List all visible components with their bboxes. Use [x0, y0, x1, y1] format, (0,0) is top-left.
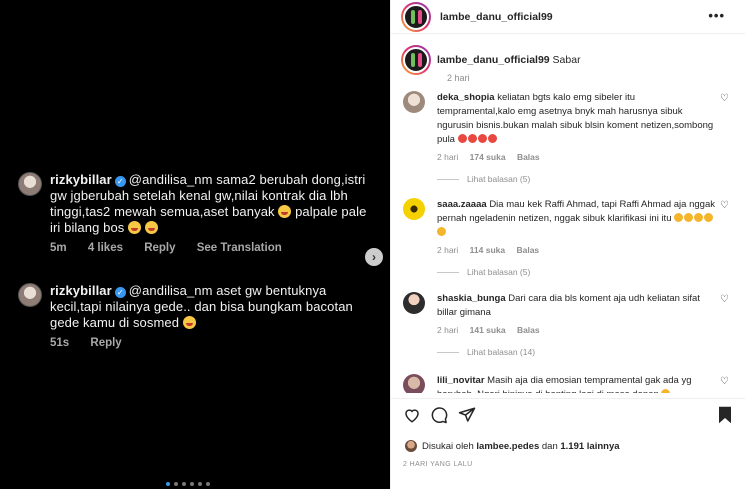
comment-username[interactable]: deka_shopia — [437, 92, 495, 103]
view-replies-button[interactable]: Lihat balasan (14) — [437, 347, 735, 357]
comment-time: 2 hari — [437, 152, 459, 162]
tongue-emoji-icon — [182, 316, 196, 329]
list-item: lili_novitar Masih aja dia emosian tempr… — [401, 374, 735, 393]
view-replies-label: Lihat balasan (5) — [467, 174, 531, 184]
media-comment-reply: Reply — [144, 242, 176, 254]
heart-icon[interactable]: ♡ — [720, 200, 729, 211]
avatar[interactable] — [401, 1, 431, 32]
avatar[interactable] — [403, 374, 425, 393]
comment-time: 2 hari — [437, 245, 459, 255]
carousel-dot — [166, 482, 170, 486]
emoji-icon — [477, 134, 487, 143]
carousel-dot — [206, 482, 210, 486]
caption-text: Sabar — [552, 54, 581, 66]
likes-user[interactable]: lambee.pedes — [476, 441, 539, 452]
chevron-right-icon[interactable]: › — [365, 248, 383, 266]
view-replies-label: Lihat balasan (14) — [467, 347, 536, 357]
caption-username[interactable]: lambe_danu_official99 — [437, 54, 550, 66]
view-replies-label: Lihat balasan (5) — [467, 267, 531, 277]
avatar — [405, 440, 417, 452]
comment-likes[interactable]: 174 suka — [470, 152, 506, 162]
heart-icon[interactable]: ♡ — [720, 376, 729, 387]
more-horizontal-icon[interactable]: ••• — [708, 9, 725, 22]
media-comment-username: rizkybillar — [50, 283, 112, 298]
verified-badge-icon: ✓ — [114, 176, 126, 187]
comment-likes[interactable]: 114 suka — [470, 245, 505, 255]
likes-prefix: Disukai oleh — [422, 440, 474, 452]
bookmark-icon[interactable] — [717, 406, 733, 429]
media-comment-translation: See Translation — [196, 242, 282, 254]
post-username[interactable]: lambe_danu_official99 — [440, 11, 553, 23]
avatar[interactable] — [403, 292, 425, 314]
avatar — [18, 172, 42, 196]
carousel-dot — [174, 482, 178, 486]
comment-username[interactable]: lili_novitar — [437, 375, 485, 386]
media-comment-1: rizkybillar ✓ @andilisa_nm sama2 berubah d… — [18, 172, 368, 254]
reply-button[interactable]: Balas — [517, 325, 540, 335]
laugh-emoji-icon — [144, 221, 158, 234]
avatar — [18, 283, 42, 307]
divider — [391, 398, 745, 399]
comment-username[interactable]: saaa.zaaaa — [437, 199, 487, 210]
media-comment-username: rizkybillar — [50, 172, 112, 187]
emoji-icon — [694, 213, 704, 222]
emoji-icon — [467, 134, 477, 143]
media-comment-reply: Reply — [90, 337, 122, 349]
carousel-dot — [190, 482, 194, 486]
carousel-dot — [182, 482, 186, 486]
emoji-icon — [437, 227, 446, 236]
emoji-icon — [487, 134, 497, 143]
reply-button[interactable]: Balas — [516, 245, 539, 255]
grin-emoji-icon — [278, 205, 292, 218]
send-icon[interactable] — [458, 406, 476, 429]
avatar[interactable] — [401, 45, 431, 75]
view-replies-button[interactable]: Lihat balasan (5) — [437, 174, 735, 184]
avatar[interactable] — [403, 198, 425, 220]
reply-button[interactable]: Balas — [517, 152, 540, 162]
list-item: saaa.zaaaa Dia mau kek Raffi Ahmad, tapi… — [401, 198, 735, 277]
caption-time: 2 hari — [447, 73, 470, 83]
carousel-dot — [198, 482, 202, 486]
post-header: lambe_danu_official99 ••• — [391, 0, 745, 34]
grin-emoji-icon — [128, 221, 142, 234]
comment-time: 2 hari — [437, 325, 459, 335]
likes-count[interactable]: 1.191 lainnya — [560, 441, 619, 452]
post-actions — [401, 404, 735, 432]
comment-likes[interactable]: 141 suka — [470, 325, 506, 335]
post-caption: lambe_danu_official99 Sabar 2 hari — [391, 35, 745, 83]
emoji-icon — [457, 134, 467, 143]
emoji-icon — [684, 213, 694, 222]
comment-icon[interactable] — [430, 406, 448, 429]
post-side-panel: lambe_danu_official99 ••• lambe_danu_off… — [390, 0, 745, 489]
emoji-icon — [674, 213, 684, 222]
comments-list[interactable]: lambe_danu_official99 Sabar 2 hari deka_… — [391, 35, 745, 393]
likes-summary: Disukai oleh lambee.pedes dan 1.191 lain… — [405, 440, 620, 452]
view-replies-button[interactable]: Lihat balasan (5) — [437, 267, 735, 277]
media-comment-likes: 4 likes — [87, 242, 123, 254]
emoji-icon — [704, 213, 714, 222]
post-timestamp: 2 HARI YANG LALU — [403, 461, 473, 468]
heart-icon[interactable]: ♡ — [720, 294, 729, 305]
avatar[interactable] — [403, 91, 425, 113]
list-item: deka_shopia keliatan bgts kalo emg sibel… — [401, 91, 735, 184]
likes-connector: dan — [541, 440, 558, 452]
carousel-dots — [166, 482, 210, 486]
media-comment-time: 51s — [50, 337, 70, 349]
verified-badge-icon: ✓ — [114, 287, 126, 298]
post-media: rizkybillar ✓ @andilisa_nm sama2 berubah d… — [0, 0, 390, 489]
list-item: shaskia_bunga Dari cara dia bls koment a… — [401, 292, 735, 357]
media-comment-time: 5m — [50, 242, 67, 254]
heart-icon[interactable]: ♡ — [720, 93, 729, 104]
media-comment-2: rizkybillar ✓ @andilisa_nm aset gw bentukn… — [18, 283, 368, 349]
comment-username[interactable]: shaskia_bunga — [437, 293, 506, 304]
emoji-icon — [661, 389, 671, 393]
heart-icon[interactable] — [403, 406, 421, 429]
